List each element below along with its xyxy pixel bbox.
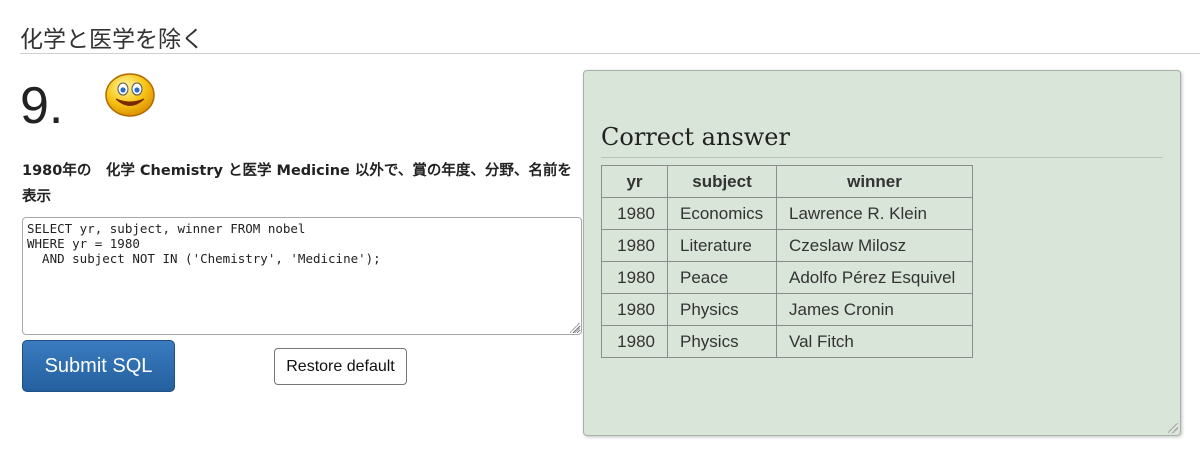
correct-answer-panel: Correct answer yr subject winner 1980 Ec… — [583, 70, 1181, 436]
table-row: 1980 Peace Adolfo Pérez Esquivel — [601, 261, 973, 294]
restore-default-button[interactable]: Restore default — [274, 348, 407, 385]
cell-subject: Physics — [667, 325, 777, 358]
answer-table: yr subject winner 1980 Economics Lawrenc… — [601, 165, 973, 358]
answer-title: Correct answer — [601, 123, 790, 151]
cell-yr: 1980 — [601, 293, 668, 326]
submit-sql-button[interactable]: Submit SQL — [22, 340, 175, 392]
cell-winner: Czeslaw Milosz — [776, 229, 973, 262]
editor-resize-handle[interactable] — [570, 323, 580, 333]
cell-yr: 1980 — [601, 229, 668, 262]
table-row: 1980 Economics Lawrence R. Klein — [601, 197, 973, 230]
cell-yr: 1980 — [601, 197, 668, 230]
cell-subject: Peace — [667, 261, 777, 294]
cell-subject: Physics — [667, 293, 777, 326]
cell-winner: Lawrence R. Klein — [776, 197, 973, 230]
table-row: 1980 Physics James Cronin — [601, 293, 973, 326]
column-header-yr: yr — [601, 165, 668, 198]
table-row: 1980 Physics Val Fitch — [601, 325, 973, 358]
column-header-subject: subject — [667, 165, 777, 198]
page-heading: 化学と医学を除く — [20, 27, 204, 53]
cell-winner: Val Fitch — [776, 325, 973, 358]
cell-subject: Economics — [667, 197, 777, 230]
answer-divider — [601, 157, 1163, 158]
column-header-winner: winner — [776, 165, 973, 198]
table-row: 1980 Literature Czeslaw Milosz — [601, 229, 973, 262]
question-number: 9. — [20, 77, 64, 135]
question-text: 1980年の 化学 Chemistry と医学 Medicine 以外で、賞の年… — [22, 163, 572, 205]
panel-resize-handle[interactable] — [1168, 423, 1178, 433]
cell-subject: Literature — [667, 229, 777, 262]
smiley-face-icon — [105, 73, 155, 117]
cell-winner: Adolfo Pérez Esquivel — [776, 261, 973, 294]
sql-editor[interactable]: SELECT yr, subject, winner FROM nobel WH… — [22, 217, 582, 335]
heading-divider — [20, 53, 1200, 54]
cell-winner: James Cronin — [776, 293, 973, 326]
table-header-row: yr subject winner — [601, 165, 973, 198]
cell-yr: 1980 — [601, 325, 668, 358]
cell-yr: 1980 — [601, 261, 668, 294]
